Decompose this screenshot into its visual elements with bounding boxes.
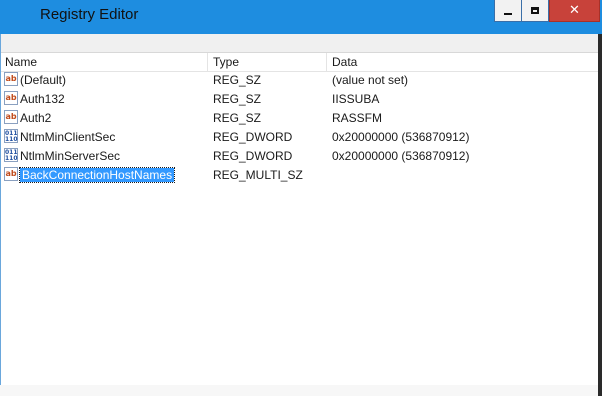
value-name[interactable]: BackConnectionHostNames [18, 167, 176, 183]
value-data: (value not set) [332, 73, 409, 87]
value-name[interactable]: Auth2 [20, 111, 51, 125]
string-value-icon: ab [4, 72, 18, 86]
value-name[interactable]: Auth132 [20, 92, 65, 106]
value-data: RASSFM [332, 111, 383, 125]
table-row[interactable]: ab Auth2 REG_SZ RASSFM [1, 109, 598, 128]
value-type: REG_DWORD [213, 130, 293, 144]
column-header-data[interactable]: Data [332, 55, 357, 69]
value-type: REG_MULTI_SZ [213, 168, 303, 182]
maximize-button[interactable] [521, 0, 549, 22]
value-type: REG_DWORD [213, 149, 293, 163]
column-divider[interactable] [326, 53, 327, 71]
binary-value-icon: 011 110 [4, 148, 18, 162]
registry-editor-window: Registry Editor ✕ Name Type Data ab (Defa… [0, 0, 602, 396]
column-header-type[interactable]: Type [213, 55, 239, 69]
binary-value-icon: 011 110 [4, 129, 18, 143]
string-value-icon: ab [4, 167, 18, 181]
column-header-name[interactable]: Name [5, 55, 37, 69]
column-divider[interactable] [207, 53, 208, 71]
value-name[interactable]: NtlmMinClientSec [20, 130, 115, 144]
title-bar[interactable]: Registry Editor ✕ [0, 0, 602, 34]
value-type: REG_SZ [213, 92, 262, 106]
maximize-icon [531, 7, 539, 14]
value-data: IISSUBA [332, 92, 380, 106]
value-type: REG_SZ [213, 111, 262, 125]
string-value-icon: ab [4, 91, 18, 105]
window-title: Registry Editor [40, 6, 139, 23]
table-row[interactable]: ab BackConnectionHostNames REG_MULTI_SZ [1, 166, 598, 185]
close-icon: ✕ [569, 3, 580, 18]
value-data: 0x20000000 (536870912) [332, 130, 470, 144]
value-data: 0x20000000 (536870912) [332, 149, 470, 163]
string-value-icon: ab [4, 110, 18, 124]
minimize-icon [504, 12, 512, 15]
window-right-border [598, 34, 602, 396]
table-row[interactable]: 011 110 NtlmMinServerSec REG_DWORD 0x2000000… [1, 147, 598, 166]
value-name[interactable]: (Default) [20, 73, 66, 87]
value-type: REG_SZ [213, 73, 262, 87]
menu-strip [0, 34, 602, 53]
table-row[interactable]: 011 110 NtlmMinClientSec REG_DWORD 0x2000000… [1, 128, 598, 147]
list-header: Name Type Data [1, 53, 598, 72]
list-bottom-area [0, 385, 598, 396]
table-row[interactable]: ab (Default) REG_SZ (value not set) [1, 71, 598, 90]
table-row[interactable]: ab Auth132 REG_SZ IISSUBA [1, 90, 598, 109]
value-name[interactable]: NtlmMinServerSec [20, 149, 120, 163]
minimize-button[interactable] [494, 0, 522, 22]
close-button[interactable]: ✕ [549, 0, 600, 22]
